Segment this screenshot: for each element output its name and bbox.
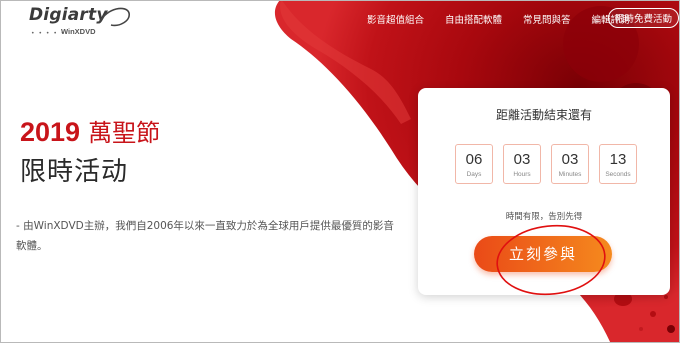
hero-description: - 由WinXDVD主辦，我們自2006年以來一直致力於為全球用戶提供最優質的影… — [16, 220, 394, 252]
page-frame: Digiarty • • • • • WinXDVD 影音超值組合 自由搭配軟體… — [0, 0, 680, 343]
hero-festival: 萬聖節 — [88, 119, 161, 147]
countdown-timer: 06 Days 03 Hours 03 Minutes 13 Seconds — [455, 144, 637, 184]
countdown-days: 06 Days — [455, 144, 493, 184]
countdown-seconds: 13 Seconds — [599, 144, 637, 184]
logo-swirl-icon — [98, 7, 130, 27]
logo-sub-text: WinXDVD — [61, 27, 96, 36]
countdown-minutes: 03 Minutes — [551, 144, 589, 184]
countdown-value: 03 — [513, 151, 531, 168]
hero-subtitle: 限時活动 — [20, 157, 129, 187]
countdown-value: 03 — [561, 151, 579, 168]
countdown-hours: 03 Hours — [503, 144, 541, 184]
countdown-label: Days — [466, 171, 482, 178]
digiarty-logo[interactable]: Digiarty • • • • • WinXDVD — [29, 5, 130, 41]
countdown-value: 06 — [465, 151, 483, 168]
countdown-label: Seconds — [605, 171, 631, 178]
countdown-label: Hours — [513, 171, 531, 178]
nav-item-faq[interactable]: 常見問與答 — [523, 12, 571, 26]
countdown-label: Minutes — [558, 171, 582, 178]
hero-year: 2019 — [20, 117, 81, 147]
nav-item-bundle[interactable]: 影音超值組合 — [367, 12, 424, 26]
countdown-value: 13 — [609, 151, 627, 168]
countdown-title: 距離活動結束還有 — [495, 108, 592, 122]
free-offer-button[interactable]: 限時免費活動 — [608, 8, 679, 28]
nav-item-custom[interactable]: 自由搭配軟體 — [445, 12, 502, 26]
hero-headline: 2019 萬聖節 — [20, 113, 160, 148]
highlight-circle-annotation — [496, 224, 606, 296]
limited-time-note: 時間有限，告別先得 — [505, 212, 583, 222]
